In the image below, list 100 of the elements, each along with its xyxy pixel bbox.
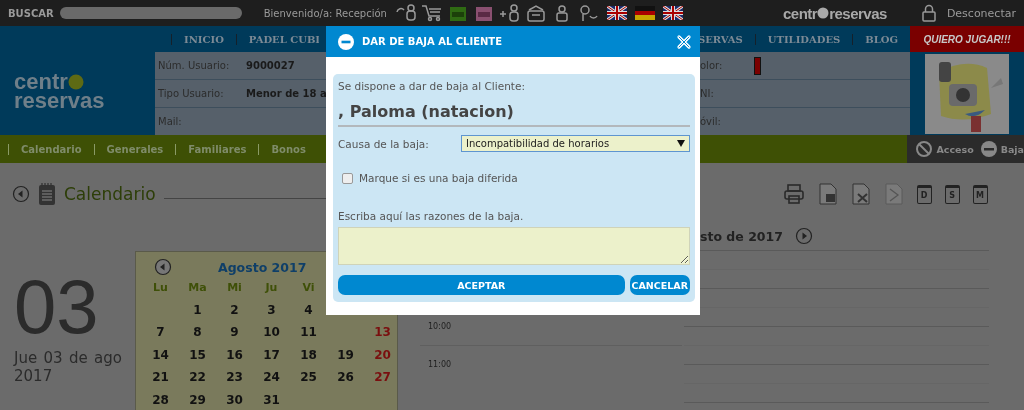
section-tab[interactable]: Familiares [175, 143, 259, 155]
calendar-day[interactable]: 17 [253, 347, 290, 362]
time-label: 10:00 [428, 322, 452, 331]
calendar-day[interactable]: 8 [179, 325, 216, 340]
section-tab[interactable]: Bonos [258, 143, 318, 155]
section-tab[interactable]: Calendario [8, 143, 94, 155]
calendar-day[interactable]: 22 [179, 370, 216, 385]
view-button[interactable]: D [916, 184, 932, 204]
lock-icon[interactable] [920, 4, 937, 22]
calendar-day[interactable]: 10 [253, 325, 290, 340]
cause-label: Causa de la baja: [338, 137, 430, 150]
calendar-day[interactable]: 28 [142, 392, 179, 407]
calendar-day[interactable]: 2 [216, 302, 253, 317]
logo-text: centr [14, 72, 68, 92]
calendar-day[interactable]: 21 [142, 370, 179, 385]
calendar-day[interactable]: 3 [253, 302, 290, 317]
previous-month-icon[interactable] [154, 258, 172, 276]
search-field[interactable] [59, 7, 242, 19]
remove-icon [979, 140, 998, 158]
calendar-day[interactable]: 23 [216, 370, 253, 385]
calendar-day[interactable]: 9 [216, 325, 253, 340]
deferred-checkbox[interactable] [342, 172, 353, 184]
calendar-day[interactable]: 14 [142, 347, 179, 362]
nav-link[interactable]: UTILIDADES [754, 33, 853, 45]
month-title: Agosto 2017 [218, 259, 307, 275]
calendar-day[interactable]: 25 [290, 370, 327, 385]
logo-text: reservas [829, 4, 887, 22]
client-name: , Paloma (natacion) [338, 102, 515, 121]
weekday-label: Ma [187, 280, 208, 294]
calendar-day[interactable]: 26 [327, 370, 364, 385]
document-icon[interactable] [817, 182, 838, 206]
logo-text: centr [782, 4, 818, 22]
week-title: sto de 2017 [700, 228, 783, 244]
field-label: Núm. Usuario: [158, 60, 231, 71]
field-label: NI: [700, 88, 715, 99]
promo-banner[interactable]: QUIERO JUGAR!!! [910, 26, 1024, 52]
cause-select[interactable]: Incompatibilidad de horarios [461, 135, 690, 152]
block-icon [915, 140, 934, 158]
cart-icon[interactable] [420, 4, 443, 22]
caret-icon [677, 140, 685, 147]
remove-icon [338, 33, 354, 50]
ball-icon [67, 74, 84, 91]
close-icon[interactable] [676, 33, 692, 50]
view-button[interactable]: M [972, 184, 988, 204]
accept-button[interactable]: ACEPTAR [338, 275, 625, 295]
add-user-icon[interactable] [498, 4, 521, 22]
user-icon[interactable] [394, 4, 417, 22]
field-label: olor: [700, 60, 724, 71]
calendar-day[interactable]: 30 [216, 392, 253, 407]
calendar-day[interactable]: 19 [327, 347, 364, 362]
nav-link[interactable]: INICIO [171, 33, 236, 45]
calendar-day[interactable]: 11 [290, 325, 327, 340]
weekday-label: Mi [226, 280, 243, 294]
section-tab[interactable]: Generales [93, 143, 176, 155]
access-button[interactable]: Acceso [915, 140, 974, 158]
calendar-day[interactable]: 31 [253, 392, 290, 407]
page-title: Calendario [64, 184, 156, 204]
field-label: Mail: [158, 116, 183, 127]
day-number: 03 [14, 269, 100, 345]
checkbox-label: Marque si es una baja diferida [359, 172, 518, 184]
weekday-label: Lu [152, 280, 169, 294]
calendar-day[interactable]: 18 [290, 347, 327, 362]
cancel-button[interactable]: CANCELAR [629, 275, 690, 295]
view-button[interactable]: S [944, 184, 960, 204]
german-flag-icon[interactable] [634, 6, 655, 20]
weekday-label: Vi [301, 280, 316, 294]
calendar-day[interactable]: 4 [290, 302, 327, 317]
welcome-text: Bienvenido/a: Recepción [263, 7, 387, 19]
calendar-day[interactable]: 16 [216, 347, 253, 362]
field-label: óvil: [700, 116, 722, 127]
calendar-day[interactable]: 24 [253, 370, 290, 385]
calendar-day[interactable]: 7 [142, 325, 179, 340]
field-label: Tipo Usuario: [158, 88, 225, 99]
time-label: 11:00 [428, 360, 452, 369]
calendar-day[interactable]: 27 [364, 370, 401, 385]
date-text: Jue 03 de ago 2017 [14, 349, 122, 385]
calendar-day[interactable]: 29 [179, 392, 216, 407]
next-icon[interactable] [794, 227, 813, 245]
back-icon[interactable] [12, 185, 30, 203]
reasons-field[interactable] [338, 227, 690, 265]
spreadsheet-icon[interactable] [850, 182, 871, 206]
group-icon[interactable] [524, 4, 547, 22]
print-icon[interactable] [782, 183, 805, 205]
british-flag-icon[interactable] [606, 6, 627, 20]
remove-button[interactable]: Baja [979, 140, 1024, 158]
british-flag-icon[interactable] [662, 6, 683, 20]
calendar-day[interactable]: 13 [364, 325, 401, 340]
field-value: 9000027 [246, 60, 295, 71]
calendar-day[interactable]: 1 [179, 302, 216, 317]
logout-link[interactable]: Desconectar [946, 6, 1016, 20]
ball-icon [817, 7, 830, 19]
calendar-day[interactable]: 15 [179, 347, 216, 362]
reasons-label: Escriba aquí las razones de la baja. [338, 210, 525, 222]
calendar-day[interactable]: 20 [364, 347, 401, 362]
calendar-icon [38, 182, 56, 206]
field-value: Menor de 18 a [246, 88, 326, 99]
intro-text: Se dispone a dar de baja al Cliente: [338, 80, 526, 92]
dialog-title: DAR DE BAJA AL CLIENTE [362, 36, 502, 47]
search-label: BUSCAR [8, 7, 54, 19]
logo-text: reservas [14, 91, 106, 111]
